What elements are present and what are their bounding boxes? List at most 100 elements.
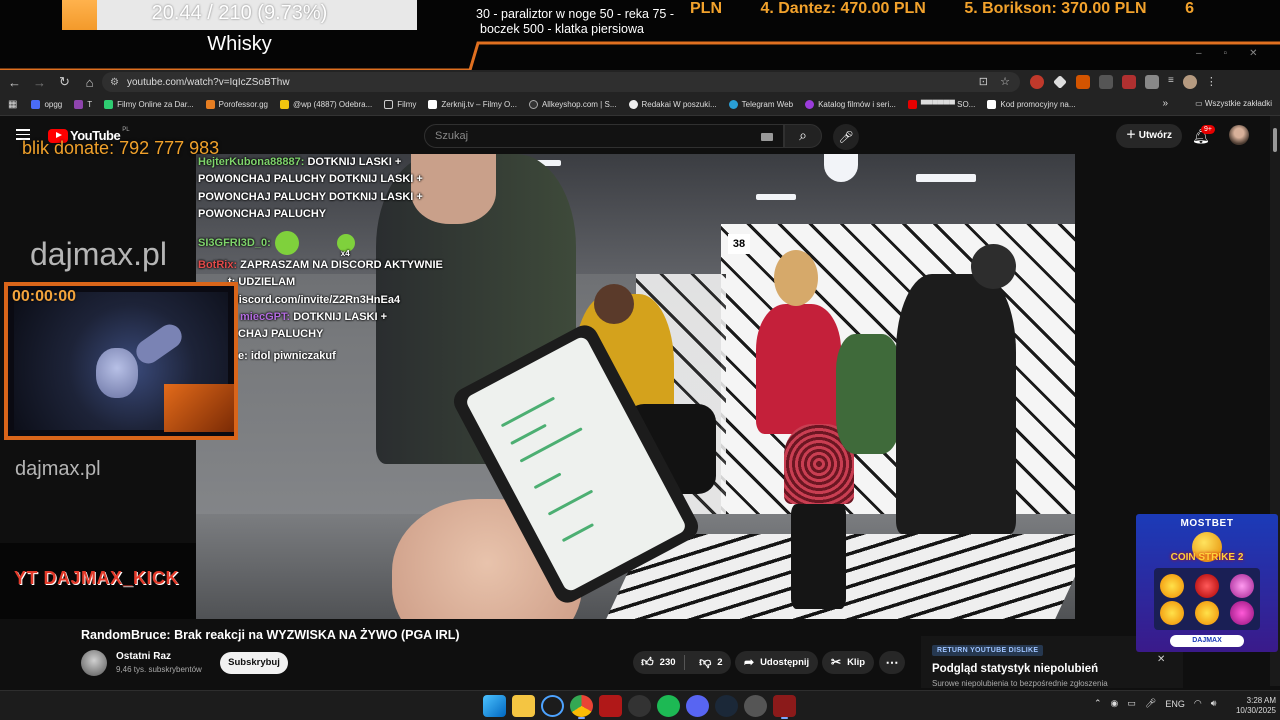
ryd-subtitle: Surowe niepolubienia to bezpośrednie zgł… [932,679,1108,688]
bookmark-favicon [205,100,215,109]
spotify-icon[interactable] [657,695,680,717]
like-button[interactable]: 👍︎ 230 [633,655,685,670]
app-icon[interactable] [773,695,796,719]
subscribe-button[interactable]: Subskrybuj [220,652,288,674]
microphone-icon[interactable]: 🎤︎ [1145,698,1156,709]
ad-game-title: COIN STRIKE 2 [1170,552,1244,563]
search-icon: ⌕ [799,127,807,143]
bookmark-favicon [104,100,114,109]
media-control-icon[interactable]: ≡ [1168,75,1174,89]
wifi-icon[interactable]: ◠ [1194,698,1202,709]
home-icon[interactable]: ⌂ [77,75,102,90]
bookmark-label: Telegram Web [741,100,794,109]
more-actions-button[interactable]: ⋯ [879,651,905,674]
steam-icon[interactable] [715,695,738,717]
channel-avatar[interactable] [81,650,107,676]
browser-menu-icon[interactable]: ⋮ [1206,75,1217,89]
all-bookmarks-folder[interactable]: ▭ Wszystkie zakładki [1195,99,1272,108]
bookmark-star-icon[interactable]: ☆ [1000,75,1010,88]
bookmark-item[interactable]: @wp (4887) Odebra... [279,100,372,109]
bookmark-item[interactable]: Redakai W poszuki... [628,100,717,109]
extension-icon[interactable] [1030,75,1044,89]
close-icon[interactable]: ✕ [1157,654,1165,665]
bookmark-item[interactable]: Telegram Web [728,100,794,109]
bookmark-label: Kod promocyjny na... [1000,100,1076,109]
extension-icon[interactable] [1076,75,1090,89]
clock[interactable]: 3:28 AM 10/30/2025 [1220,696,1276,716]
browser-toolbar: ← → ↻ ⌂ ⚙ youtube.com/watch?v=IqIcZSoBTh… [0,70,1280,94]
language-indicator[interactable]: ENG [1165,699,1185,709]
bookmark-label: Filmy [397,100,417,109]
bookmark-favicon [987,100,997,109]
keyboard-icon[interactable] [761,133,773,141]
network-icon[interactable]: ▭ [1127,698,1136,709]
apps-grid-icon[interactable]: ▦ [8,99,17,110]
extension-icon[interactable] [1099,75,1113,89]
slot-reels [1154,568,1260,630]
forward-icon[interactable]: → [27,75,52,90]
bookmark-item[interactable]: Katalog filmów i seri... [805,100,896,109]
subscriber-count: 9,46 tys. subskrybentów [116,665,202,674]
more-bookmarks-icon[interactable]: » [1162,98,1168,109]
ryd-title: Podgląd statystyk niepolubień [932,663,1099,675]
site-info-icon[interactable]: ⚙ [110,77,119,88]
bookmark-item[interactable]: Zerknij.tv – Filmy O... [428,100,517,109]
discord-icon[interactable] [686,695,709,717]
clip-button[interactable]: ✂ Klip [822,651,875,674]
settings-gear-icon[interactable] [744,695,767,717]
account-avatar[interactable] [1229,125,1249,145]
chevron-up-icon[interactable]: ⌃ [1094,698,1102,709]
chat-message-cont: POWONCHAJ PALUCHY DOTKNIJ LASKI + [198,173,423,186]
profile-avatar-icon[interactable] [1182,75,1197,89]
thumbs-up-icon: 👍︎ [641,655,654,669]
notification-badge: 9+ [1201,125,1215,134]
scrollbar-thumb[interactable] [1273,128,1277,152]
telegram-icon [728,100,738,109]
create-button[interactable]: ＋ Utwórz [1116,124,1182,148]
dislike-button[interactable]: 👎︎ 2 [691,651,731,674]
volume-icon[interactable]: 🔊︎ [1211,698,1217,709]
bookmark-item[interactable]: T [74,100,92,109]
bookmark-favicon [31,100,41,109]
app-icon[interactable] [599,695,622,717]
seven-icon [1195,574,1219,598]
search-input[interactable]: Szukaj [424,124,784,148]
file-explorer-icon[interactable] [512,695,535,717]
bookmarks-bar: ▦ opgg T Filmy Online za Dar... Porofess… [0,94,1280,116]
extension-icon[interactable] [1053,75,1067,89]
chrome-icon[interactable] [570,695,593,719]
steam-tray-icon[interactable]: ◉ [1111,698,1119,709]
bookmark-label: T [87,100,93,109]
bookmark-folder[interactable]: Filmy [384,100,416,109]
bookmark-item[interactable]: Kod promocyjny na... [987,100,1076,109]
more-dots-icon: ⋯ [885,655,899,670]
video-scene-head [971,244,1016,289]
bookmark-item[interactable]: Allkeyshop.com | S... [528,100,617,109]
reload-icon[interactable]: ↻ [52,74,77,90]
bookmark-label: Porofessor.gg [218,100,268,109]
search-button[interactable]: ⌕ [784,124,822,148]
address-bar[interactable]: ⚙ youtube.com/watch?v=IqIcZSoBThw ⊡ ☆ [102,72,1020,92]
bookmark-item[interactable]: Porofessor.gg [205,100,268,109]
create-label: Utwórz [1138,130,1173,141]
puzzle-extensions-icon[interactable] [1145,75,1159,89]
bookmark-item[interactable]: ▀▀▀▀▀▀ SO... [907,100,975,109]
like-dislike-group: 👍︎ 230 👎︎ 2 [633,651,731,674]
bookmark-label: opgg [44,100,63,109]
obs-icon[interactable] [628,695,651,717]
voice-search-button[interactable]: 🎤︎ [833,124,859,150]
install-app-icon[interactable]: ⊡ [979,75,988,88]
address-url[interactable]: youtube.com/watch?v=IqIcZSoBThw [127,77,290,88]
window-controls[interactable]: –▫✕ [1196,48,1280,59]
channel-name[interactable]: Ostatni Raz [116,651,171,662]
start-windows-icon[interactable] [483,695,506,717]
like-count: 230 [659,657,676,668]
extension-icon[interactable] [1122,75,1136,89]
bookmark-item[interactable]: opgg [31,100,62,109]
video-scene-light [916,174,976,182]
share-button[interactable]: ➦ Udostępnij [735,651,819,674]
bookmark-item[interactable]: Filmy Online za Dar... [104,100,194,109]
app-icon[interactable] [541,695,564,717]
overlay-divider-line [0,41,1280,72]
back-icon[interactable]: ← [2,75,27,90]
